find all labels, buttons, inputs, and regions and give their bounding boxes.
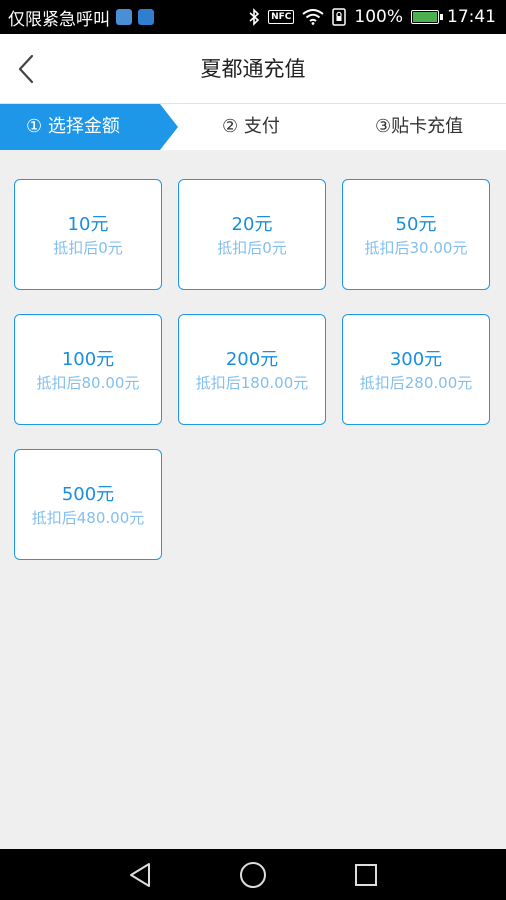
sim-lock-icon (332, 8, 347, 26)
step-indicator: ① 选择金额 ② 支付 ③贴卡充值 (0, 104, 506, 150)
amount-option-200[interactable]: 200元 抵扣后180.00元 (178, 314, 326, 425)
step-label: ① 选择金额 (26, 116, 120, 137)
page-title: 夏都通充值 (200, 57, 306, 81)
amount-after-deduction: 抵扣后280.00元 (359, 374, 473, 392)
nav-back-button[interactable] (124, 859, 156, 891)
system-nav-bar (0, 849, 506, 900)
nav-home-button[interactable] (237, 859, 269, 891)
clock: 17:41 (447, 7, 496, 27)
step-select-amount: ① 选择金额 (0, 104, 178, 150)
status-bar: 仅限紧急呼叫 NFC 100% 17:41 (0, 0, 506, 34)
amount-value: 200元 (225, 349, 279, 370)
usb-notification-icon (138, 9, 154, 25)
bluetooth-icon (248, 8, 260, 26)
back-triangle-icon (130, 863, 150, 887)
amount-after-deduction: 抵扣后30.00元 (364, 239, 468, 257)
amount-value: 10元 (67, 214, 109, 235)
amount-value: 300元 (389, 349, 443, 370)
status-bar-right: NFC 100% 17:41 (248, 7, 496, 27)
amount-option-20[interactable]: 20元 抵扣后0元 (178, 179, 326, 290)
amount-value: 500元 (61, 484, 115, 505)
battery-percent: 100% (354, 7, 403, 27)
amount-option-300[interactable]: 300元 抵扣后280.00元 (342, 314, 490, 425)
recents-square-icon (355, 864, 377, 886)
nav-recents-button[interactable] (350, 859, 382, 891)
battery-level (413, 12, 437, 22)
nfc-icon: NFC (268, 10, 295, 24)
amount-after-deduction: 抵扣后0元 (217, 239, 287, 257)
amount-after-deduction: 抵扣后80.00元 (36, 374, 140, 392)
app-header: 夏都通充值 (0, 34, 506, 104)
amount-option-100[interactable]: 100元 抵扣后80.00元 (14, 314, 162, 425)
step-tap-card: ③贴卡充值 (375, 116, 464, 137)
step-pay: ② 支付 (222, 116, 280, 137)
amount-after-deduction: 抵扣后0元 (53, 239, 123, 257)
status-bar-left: 仅限紧急呼叫 (8, 5, 154, 30)
home-circle-icon (240, 862, 266, 888)
amount-option-50[interactable]: 50元 抵扣后30.00元 (342, 179, 490, 290)
amount-option-10[interactable]: 10元 抵扣后0元 (14, 179, 162, 290)
amount-after-deduction: 抵扣后480.00元 (31, 509, 145, 527)
wifi-icon (302, 9, 325, 25)
app-notification-icon (116, 9, 132, 25)
amount-after-deduction: 抵扣后180.00元 (195, 374, 309, 392)
amount-value: 100元 (61, 349, 115, 370)
battery-icon (411, 10, 443, 24)
amount-option-500[interactable]: 500元 抵扣后480.00元 (14, 449, 162, 560)
amount-value: 50元 (395, 214, 437, 235)
amount-value: 20元 (231, 214, 273, 235)
carrier-text: 仅限紧急呼叫 (8, 9, 110, 30)
